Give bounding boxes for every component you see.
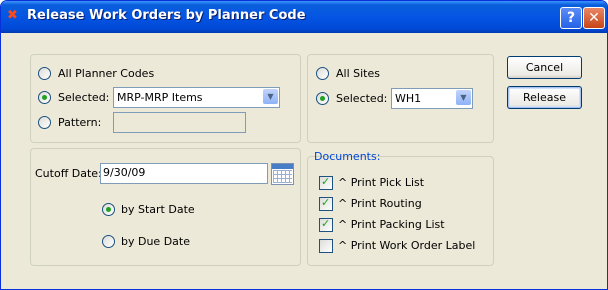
by-due-date-radio[interactable]	[102, 235, 115, 248]
release-button[interactable]: Release	[507, 86, 582, 109]
site-select[interactable]: WH1 ▼	[391, 88, 473, 109]
planner-code-value: MRP-MRP Items	[117, 91, 203, 104]
print-routing-label: ^ Print Routing	[338, 197, 422, 210]
cutoff-date-label: Cutoff Date:	[35, 167, 102, 180]
title-bar: ✖ Release Work Orders by Planner Code ? …	[1, 1, 607, 33]
print-pick-list-label: ^ Print Pick List	[338, 176, 425, 189]
pattern-label: Pattern:	[58, 116, 102, 129]
pattern-radio[interactable]	[38, 116, 51, 129]
by-start-date-radio[interactable]	[102, 203, 115, 216]
by-due-date-label: by Due Date	[121, 235, 190, 248]
print-packing-list-label: ^ Print Packing List	[338, 218, 445, 231]
print-packing-list-checkbox[interactable]	[319, 217, 333, 232]
calendar-grid	[273, 170, 292, 183]
release-work-orders-dialog: ✖ Release Work Orders by Planner Code ? …	[0, 0, 608, 290]
calendar-header	[272, 164, 293, 169]
all-sites-label: All Sites	[336, 67, 380, 80]
help-button[interactable]: ?	[560, 7, 582, 29]
pattern-input[interactable]	[116, 115, 234, 128]
all-planner-codes-radio[interactable]	[38, 67, 51, 80]
calendar-icon[interactable]	[271, 163, 294, 185]
cancel-button[interactable]: Cancel	[507, 56, 582, 79]
selected-planner-code-label: Selected:	[58, 91, 110, 104]
cutoff-date-input[interactable]	[103, 166, 253, 179]
chevron-down-icon[interactable]: ▼	[456, 90, 471, 105]
all-planner-codes-label: All Planner Codes	[58, 67, 155, 80]
by-start-date-label: by Start Date	[121, 203, 195, 216]
chevron-down-icon[interactable]: ▼	[263, 89, 278, 104]
print-work-order-label-label: ^ Print Work Order Label	[338, 239, 476, 252]
cutoff-date-field[interactable]	[100, 163, 268, 184]
print-work-order-label-checkbox[interactable]	[319, 239, 333, 253]
print-pick-list-checkbox[interactable]	[319, 175, 333, 190]
print-routing-checkbox[interactable]	[319, 196, 333, 211]
planner-code-select[interactable]: MRP-MRP Items ▼	[113, 87, 280, 108]
window-title: Release Work Orders by Planner Code	[27, 8, 306, 23]
all-sites-radio[interactable]	[316, 67, 329, 80]
selected-planner-code-radio[interactable]	[38, 91, 51, 104]
documents-title: Documents:	[314, 150, 381, 163]
selected-site-radio[interactable]	[316, 92, 329, 105]
site-value: WH1	[395, 92, 422, 105]
close-button[interactable]: ✕	[583, 7, 605, 29]
selected-site-label: Selected:	[336, 92, 388, 105]
app-icon: ✖	[7, 8, 18, 23]
pattern-field[interactable]	[113, 112, 246, 133]
